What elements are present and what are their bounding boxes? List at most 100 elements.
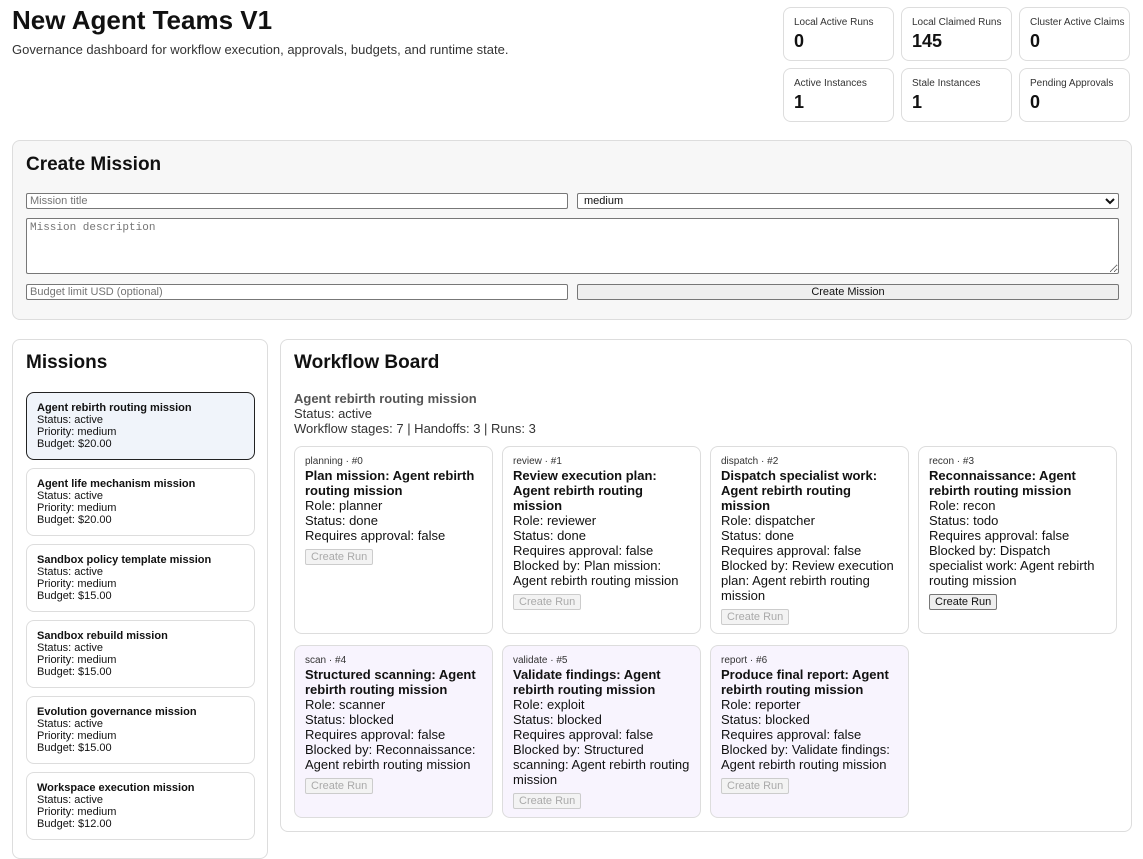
mission-name: Sandbox policy template mission [37,554,212,566]
stage-approval: Requires approval: false [513,543,654,558]
create-run-button[interactable]: Create Run [721,609,790,625]
mission-budget: Budget: $15.00 [37,742,112,754]
stage-role: Role: scanner [305,697,386,712]
mission-card[interactable]: Sandbox policy template mission Status: … [26,544,255,612]
mission-name: Agent rebirth routing mission [37,402,192,414]
mission-budget: Budget: $12.00 [37,818,112,830]
stat-pending-approvals: Pending Approvals 0 [1019,68,1130,122]
page-title: New Agent Teams V1 [12,5,273,35]
stat-label: Local Active Runs [794,17,874,28]
mission-budget: Budget: $20.00 [37,514,112,526]
stage-role: Role: recon [929,498,996,513]
mission-list: Agent rebirth routing mission Status: ac… [26,392,255,848]
stat-value: 1 [794,92,805,112]
mission-priority: Priority: medium [37,578,117,590]
create-mission-heading: Create Mission [26,154,162,175]
stage-meta: recon · #3 [929,456,975,467]
stage-role: Role: dispatcher [721,513,815,528]
create-run-button[interactable]: Create Run [721,778,790,794]
create-mission-panel: Create Mission medium Create Mission [12,140,1132,320]
stage-card-recon: recon · #3 Reconnaissance: Agent rebirth… [918,446,1117,634]
stage-approval: Requires approval: false [721,543,862,558]
mission-card[interactable]: Workspace execution mission Status: acti… [26,772,255,840]
stage-role: Role: exploit [513,697,585,712]
stage-title: Review execution plan: Agent rebirth rou… [513,468,657,513]
mission-description-input[interactable] [26,218,1119,274]
mission-name: Sandbox rebuild mission [37,630,168,642]
stage-card-review: review · #1 Review execution plan: Agent… [502,446,701,634]
stage-meta: dispatch · #2 [721,456,779,467]
stage-status: Status: blocked [721,712,810,727]
stats-grid: Local Active Runs 0 Local Claimed Runs 1… [783,7,1132,122]
stat-value: 0 [794,31,805,51]
stage-card-validate: validate · #5 Validate findings: Agent r… [502,645,701,818]
stage-status: Status: blocked [305,712,394,727]
mission-card[interactable]: Sandbox rebuild mission Status: active P… [26,620,255,688]
stage-approval: Requires approval: false [721,727,862,742]
stat-label: Active Instances [794,78,867,89]
stage-status: Status: done [721,528,794,543]
missions-heading: Missions [26,352,108,373]
stat-label: Stale Instances [912,78,981,89]
mission-budget: Budget: $20.00 [37,438,112,450]
create-run-button[interactable]: Create Run [305,549,374,565]
mission-card[interactable]: Evolution governance mission Status: act… [26,696,255,764]
stat-label: Local Claimed Runs [912,17,1002,28]
stat-active-instances: Active Instances 1 [783,68,894,122]
stage-blocked-by: Blocked by: Review execution plan: Agent… [721,558,894,603]
stat-value: 145 [912,31,943,51]
stat-cluster-active-claims: Cluster Active Claims 0 [1019,7,1130,61]
priority-select[interactable]: medium [577,193,1119,209]
create-mission-button[interactable]: Create Mission [577,284,1119,300]
stage-title: Reconnaissance: Agent rebirth routing mi… [929,468,1076,498]
stage-title: Plan mission: Agent rebirth routing miss… [305,468,475,498]
mission-status: Status: active [37,490,104,502]
stage-card-report: report · #6 Produce final report: Agent … [710,645,909,818]
stage-meta: scan · #4 [305,655,347,666]
create-run-button[interactable]: Create Run [929,594,998,610]
mission-status: Status: active [37,414,104,426]
stage-status: Status: done [305,513,378,528]
stage-approval: Requires approval: false [305,528,446,543]
stage-role: Role: planner [305,498,383,513]
stat-value: 0 [1030,31,1041,51]
stage-status: Status: todo [929,513,999,528]
mission-status: Status: active [37,718,104,730]
mission-name: Workspace execution mission [37,782,195,794]
budget-limit-input[interactable] [26,284,568,300]
page-header: New Agent Teams V1 Governance dashboard … [12,4,772,57]
mission-card[interactable]: Agent life mechanism mission Status: act… [26,468,255,536]
page-subtitle: Governance dashboard for workflow execut… [12,42,509,57]
stat-local-active-runs: Local Active Runs 0 [783,7,894,61]
mission-status: Status: active [37,642,104,654]
stage-blocked-by: Blocked by: Plan mission: Agent rebirth … [513,558,679,588]
stage-blocked-by: Blocked by: Structured scanning: Agent r… [513,742,690,787]
stage-card-scan: scan · #4 Structured scanning: Agent reb… [294,645,493,818]
mission-priority: Priority: medium [37,806,117,818]
stage-status: Status: blocked [513,712,602,727]
stat-label: Cluster Active Claims [1030,17,1125,28]
create-run-button[interactable]: Create Run [513,793,582,809]
board-mission-name: Agent rebirth routing mission [294,391,477,406]
stage-card-dispatch: dispatch · #2 Dispatch specialist work: … [710,446,909,634]
board-mission-status: Status: active [294,406,373,421]
mission-card-selected[interactable]: Agent rebirth routing mission Status: ac… [26,392,255,460]
stage-meta: review · #1 [513,456,562,467]
stage-blocked-by: Blocked by: Reconnaissance: Agent rebirt… [305,742,476,772]
stage-blocked-by: Blocked by: Validate findings: Agent reb… [721,742,890,772]
stat-stale-instances: Stale Instances 1 [901,68,1012,122]
mission-title-input[interactable] [26,193,568,209]
stage-status: Status: done [513,528,586,543]
mission-budget: Budget: $15.00 [37,590,112,602]
create-run-button[interactable]: Create Run [305,778,374,794]
missions-panel: Missions Agent rebirth routing mission S… [12,339,268,859]
mission-priority: Priority: medium [37,730,117,742]
stage-title: Validate findings: Agent rebirth routing… [513,667,661,697]
stat-label: Pending Approvals [1030,78,1114,89]
stage-title: Produce final report: Agent rebirth rout… [721,667,889,697]
board-counts: Workflow stages: 7 | Handoffs: 3 | Runs:… [294,421,536,436]
stage-approval: Requires approval: false [929,528,1070,543]
stage-blocked-by: Blocked by: Dispatch specialist work: Ag… [929,543,1095,588]
create-run-button[interactable]: Create Run [513,594,582,610]
stage-title: Structured scanning: Agent rebirth routi… [305,667,476,697]
